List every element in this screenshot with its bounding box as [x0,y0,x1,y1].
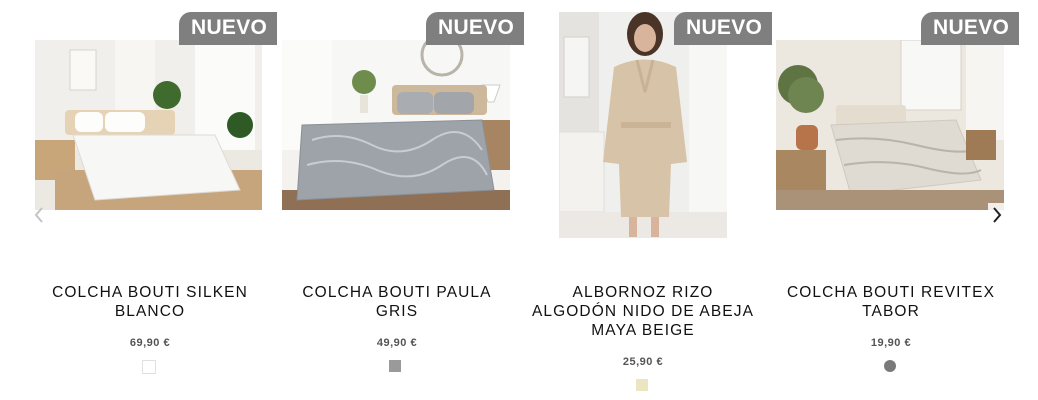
product-image [776,40,1004,210]
new-badge: NUEVO [921,12,1020,45]
product-title[interactable]: COLCHA BOUTI SILKEN BLANCO [35,283,265,321]
product-title[interactable]: COLCHA BOUTI REVITEX TABOR [776,283,1006,321]
product-title-line: ALGODÓN NIDO DE ABEJA [531,303,755,320]
product-price: 19,90 € [870,337,912,349]
product-title-line: GRIS [375,303,419,320]
product-price: 25,90 € [622,356,664,368]
chevron-right-icon [993,207,1002,223]
product-card[interactable]: NUEVO ALBORNOZ RIZO ALGODÓN NIDO DE ABEJ… [528,0,773,400]
product-title[interactable]: COLCHA BOUTI PAULA GRIS [282,283,512,321]
product-title-line: ALBORNOZ RIZO [572,284,714,301]
product-image-link[interactable]: NUEVO [282,0,525,240]
color-swatch[interactable] [884,360,896,372]
product-title-line: MAYA BEIGE [591,322,695,339]
product-card[interactable]: NUEVO COLCHA BOUTI SILKEN BLANCO 69,90 € [35,0,278,400]
product-image-link[interactable]: NUEVO [776,0,1020,240]
chevron-left-icon [34,207,43,223]
color-swatch[interactable] [636,379,648,391]
product-title-line: BLANCO [114,303,186,320]
product-card[interactable]: NUEVO COLCHA BOUTI REVITEX TABOR 19,90 € [776,0,1020,400]
product-price: 49,90 € [376,337,418,349]
color-swatch[interactable] [389,360,401,372]
product-image [559,12,727,238]
color-swatch[interactable] [142,360,156,374]
carousel-prev-button[interactable] [30,203,48,227]
product-title-line: TABOR [862,303,920,320]
product-image-link[interactable]: NUEVO [528,0,773,240]
product-title-line: COLCHA BOUTI PAULA [302,284,492,301]
product-title-line: COLCHA BOUTI SILKEN [52,284,248,301]
product-title[interactable]: ALBORNOZ RIZO ALGODÓN NIDO DE ABEJA MAYA… [528,283,758,340]
new-badge: NUEVO [179,12,278,45]
product-image [35,40,262,210]
new-badge: NUEVO [674,12,773,45]
product-image [282,40,510,210]
product-carousel: NUEVO COLCHA BOUTI SILKEN BLANCO 69,90 € [0,0,1038,400]
carousel-next-button[interactable] [988,203,1006,227]
product-card[interactable]: NUEVO COLCHA BOUTI PAULA GRIS 49,90 € [282,0,525,400]
product-price: 69,90 € [129,337,171,349]
new-badge: NUEVO [426,12,525,45]
product-image-link[interactable]: NUEVO [35,0,278,240]
product-title-line: COLCHA BOUTI REVITEX [786,284,996,301]
